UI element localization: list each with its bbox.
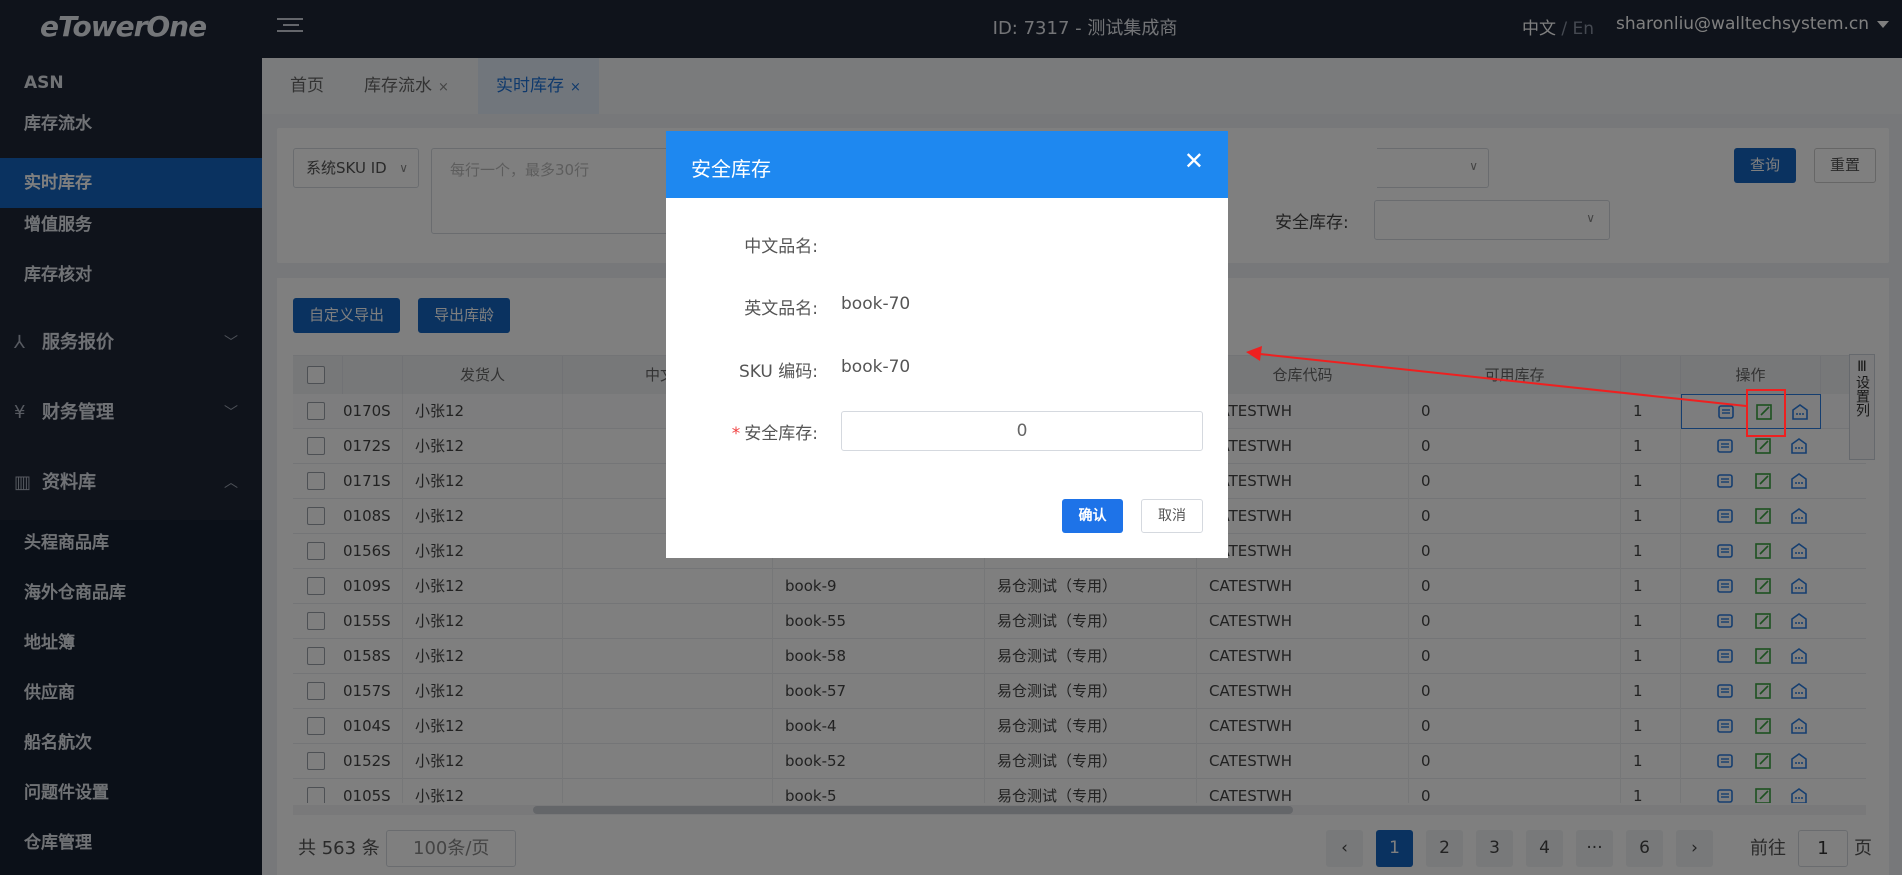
annotation-highlight-box	[1746, 389, 1786, 437]
dialog-title: 安全库存	[691, 157, 771, 181]
en-name-value: book-70	[841, 294, 911, 314]
cn-name-label: 中文品名:	[744, 237, 818, 257]
safe-stock-dialog: 安全库存 ✕ 中文品名: 英文品名: book-70 SKU 编码: book-…	[666, 131, 1228, 558]
cancel-button[interactable]: 取消	[1141, 499, 1203, 533]
en-name-label: 英文品名:	[744, 299, 818, 319]
close-icon[interactable]: ✕	[1184, 147, 1204, 175]
dialog-header: 安全库存 ✕	[666, 131, 1228, 198]
confirm-button[interactable]: 确认	[1062, 499, 1123, 533]
safe-stock-label: * 安全库存:	[731, 424, 818, 444]
sku-value: book-70	[841, 357, 911, 377]
sku-label: SKU 编码:	[738, 362, 818, 382]
safe-stock-input[interactable]: 0	[841, 411, 1203, 451]
required-mark: *	[731, 424, 741, 444]
